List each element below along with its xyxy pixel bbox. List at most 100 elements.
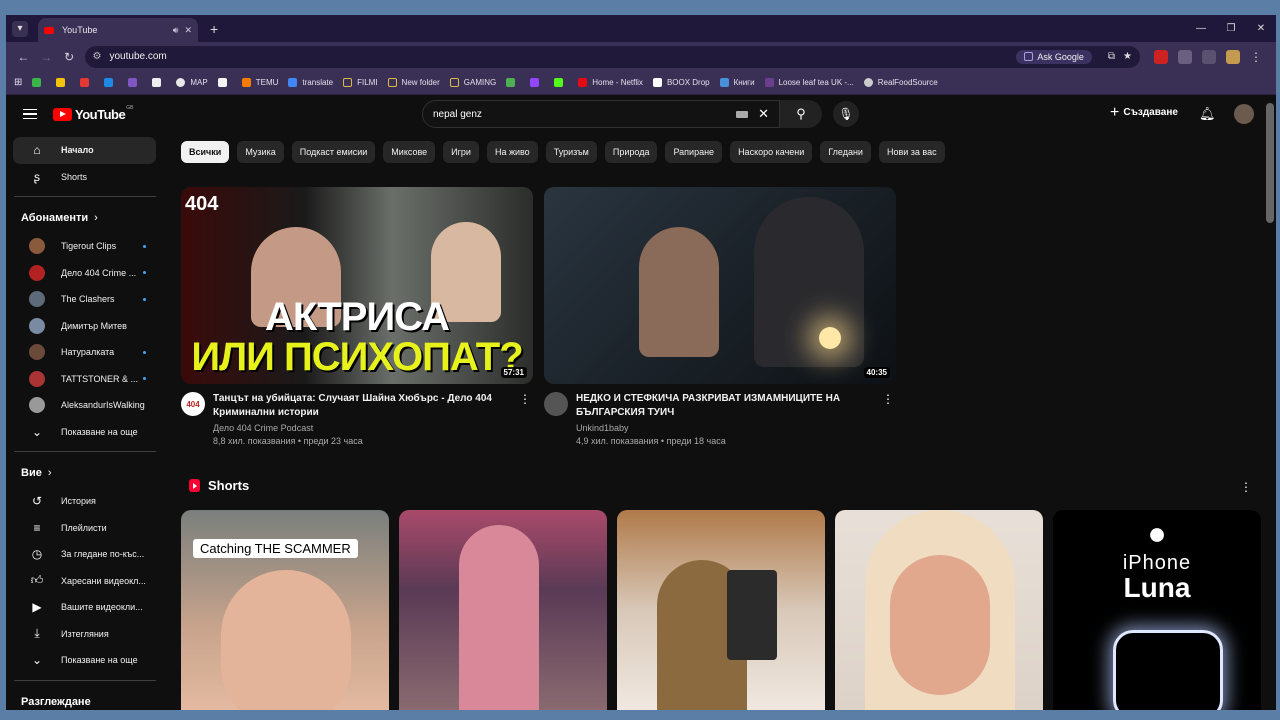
tab-search-icon[interactable]: ▾ (12, 20, 28, 37)
bookmark-icon-4[interactable] (104, 78, 118, 87)
minimize-icon[interactable]: — (1186, 15, 1216, 42)
search-button[interactable]: ⚲ (780, 100, 822, 128)
subscriptions-header[interactable]: Абонаменти › (6, 203, 164, 233)
bookmark-folder-filmi[interactable]: FILMI (343, 78, 378, 87)
show-more-subscriptions[interactable]: ⌄ Показване на още (13, 419, 156, 446)
channel-name[interactable]: Дело 404 Crime Podcast (213, 423, 517, 433)
bookmark-icon-1[interactable] (32, 78, 46, 87)
extension-icon-2[interactable] (1178, 49, 1192, 64)
bookmark-knigi[interactable]: Книги (719, 78, 755, 87)
you-header[interactable]: Вие › (6, 458, 164, 488)
bookmark-icon-5[interactable] (128, 78, 142, 87)
chip-nature[interactable]: Природа (604, 141, 658, 163)
site-info-icon[interactable]: ⚙ (93, 51, 102, 62)
more-actions-icon[interactable]: ⋮ (1240, 480, 1252, 494)
voice-search-button[interactable]: 🎙︎ (833, 101, 859, 127)
bookmark-star-icon[interactable]: ★ (1123, 51, 1132, 62)
show-more-you[interactable]: ⌄ Показване на още (13, 647, 156, 674)
forward-icon[interactable]: → (35, 50, 58, 64)
video-card[interactable]: 404 АКТРИСА ИЛИ ПСИХОПАТ? 57:31 404 Танц… (181, 187, 533, 446)
bookmark-boox[interactable]: BOOX Drop (652, 78, 710, 87)
bookmark-icon-9[interactable] (530, 78, 544, 87)
video-title[interactable]: НЕДКО И СТЕФКИЧА РАЗКРИВАТ ИЗМАМНИЦИТЕ Н… (576, 392, 880, 420)
video-thumbnail[interactable]: 40:35 (544, 187, 896, 384)
video-card[interactable]: 40:35 НЕДКО И СТЕФКИЧА РАЗКРИВАТ ИЗМАМНИ… (544, 187, 896, 446)
menu-kebab-icon[interactable]: ⋮ (1250, 50, 1262, 64)
bookmark-map[interactable]: MAP (176, 78, 208, 87)
channel-name[interactable]: Unkind1baby (576, 423, 880, 433)
channel-avatar[interactable]: 404 (181, 392, 205, 416)
bookmark-translate[interactable]: translate (288, 78, 333, 87)
sidebar-item-channel[interactable]: Димитър Митев (13, 313, 156, 340)
clear-search-icon[interactable]: ✕ (758, 106, 769, 122)
notifications-bell-icon[interactable]: 🔔︎ (1199, 106, 1216, 122)
chip-mixes[interactable]: Миксове (383, 141, 436, 163)
chip-watched[interactable]: Гледани (820, 141, 871, 163)
new-tab-button[interactable]: + (210, 21, 218, 37)
back-icon[interactable]: ← (12, 50, 35, 64)
search-box[interactable]: nepal genz ✕ (422, 100, 780, 128)
short-card[interactable] (835, 510, 1043, 710)
address-bar[interactable]: ⚙ youtube.com Ask Google ⧉ ★ (84, 45, 1140, 68)
close-window-icon[interactable]: ✕ (1246, 15, 1276, 42)
keyboard-icon[interactable] (736, 110, 749, 118)
puzzle-icon[interactable] (1202, 49, 1216, 64)
sidebar-item-downloads[interactable]: ⤓ Изтегляния (13, 621, 156, 648)
chip-live[interactable]: На живо (486, 141, 538, 163)
chip-gaming[interactable]: Игри (443, 141, 479, 163)
sidebar-item-history[interactable]: ↺ История (13, 488, 156, 515)
sidebar-item-channel[interactable]: Tigerout Clips (13, 233, 156, 260)
chip-tourism[interactable]: Туризъм (545, 141, 597, 163)
maximize-icon[interactable]: ❐ (1216, 15, 1246, 42)
youtube-logo[interactable]: YouTube GB (53, 105, 133, 122)
sidebar-item-liked[interactable]: 👍︎ Харесани видеокл... (13, 568, 156, 595)
sidebar-item-channel[interactable]: TATTSTONER & ... (13, 366, 156, 393)
guide-menu-icon[interactable] (23, 108, 37, 120)
bookmark-tea[interactable]: Loose leaf tea UK -... (764, 78, 854, 87)
bookmark-icon-2[interactable] (56, 78, 70, 87)
apps-grid-icon[interactable]: ⊞ (14, 77, 22, 88)
sidebar-item-playlists[interactable]: ≡ Плейлисти (13, 515, 156, 542)
chip-all[interactable]: Всички (181, 141, 230, 163)
sidebar-item-channel[interactable]: AleksandurIsWalking (13, 392, 156, 419)
sidebar-item-watch-later[interactable]: ◷ За гледане по-къс... (13, 541, 156, 568)
browser-profile-avatar[interactable] (1226, 49, 1240, 64)
bookmark-icon-7[interactable] (217, 78, 232, 87)
sidebar-item-your-videos[interactable]: ▶ Вашите видеокли... (13, 594, 156, 621)
sidebar-item-channel[interactable]: The Clashers (13, 286, 156, 313)
more-actions-icon[interactable]: ⋮ (517, 392, 533, 446)
video-title[interactable]: Танцът на убийцата: Случаят Шайна Хюбърс… (213, 392, 517, 420)
chip-rap[interactable]: Рапиране (665, 141, 723, 163)
more-actions-icon[interactable]: ⋮ (880, 392, 896, 446)
extension-icon-1[interactable] (1154, 49, 1168, 64)
short-card[interactable] (399, 510, 607, 710)
chip-recently-uploaded[interactable]: Наскоро качени (730, 141, 813, 163)
bookmark-icon-8[interactable] (506, 78, 520, 87)
chip-new-to-you[interactable]: Нови за вас (878, 141, 945, 163)
ask-google-button[interactable]: Ask Google (1016, 49, 1092, 64)
bookmark-temu[interactable]: TEMU (241, 78, 278, 87)
short-card[interactable]: Catching THE SCAMMER (181, 510, 389, 710)
browser-tab[interactable]: YouTube 🔊︎ ✕ (38, 18, 198, 42)
install-app-icon[interactable]: ⧉ (1108, 51, 1115, 62)
account-avatar[interactable] (1234, 104, 1254, 124)
bookmark-netflix[interactable]: Home - Netflix (578, 78, 643, 87)
close-tab-icon[interactable]: ✕ (184, 25, 192, 36)
video-thumbnail[interactable]: 404 АКТРИСА ИЛИ ПСИХОПАТ? 57:31 (181, 187, 533, 384)
sidebar-item-home[interactable]: ⌂ Начало (13, 137, 156, 164)
bookmark-icon-10[interactable] (554, 78, 568, 87)
bookmark-folder-new[interactable]: New folder (387, 78, 440, 87)
create-button[interactable]: + Създаване (1110, 104, 1178, 120)
short-card[interactable] (617, 510, 825, 710)
chip-podcasts[interactable]: Подкаст емисии (291, 141, 376, 163)
short-card[interactable]: ● iPhone Luna (1053, 510, 1261, 710)
bookmark-realfood[interactable]: RealFoodSource (863, 78, 938, 87)
page-scrollbar[interactable] (1266, 103, 1274, 223)
bookmark-folder-gaming[interactable]: GAMING (449, 78, 496, 87)
sidebar-item-channel[interactable]: Дело 404 Crime ... (13, 260, 156, 287)
chip-music[interactable]: Музика (237, 141, 284, 163)
bookmark-icon-3[interactable] (80, 78, 94, 87)
channel-avatar[interactable] (544, 392, 568, 416)
sidebar-item-shorts[interactable]: ʂ Shorts (13, 164, 156, 191)
reload-icon[interactable]: ↻ (58, 50, 81, 64)
